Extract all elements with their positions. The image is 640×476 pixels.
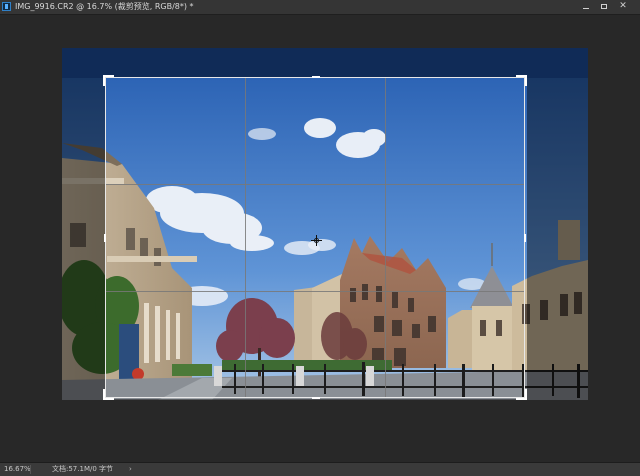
maximize-button[interactable]	[596, 1, 612, 12]
crop-center-crosshair-icon	[311, 235, 322, 246]
crop-handle-bottom[interactable]	[312, 397, 320, 399]
status-menu-arrow-icon[interactable]: ›	[129, 464, 132, 475]
minimize-button[interactable]	[578, 1, 594, 12]
crop-handle-right[interactable]	[524, 234, 526, 242]
crop-grid-line	[106, 184, 524, 186]
zoom-level[interactable]: 16.67%	[4, 464, 31, 475]
crop-shield-top	[62, 48, 588, 77]
crop-shield-bottom	[62, 399, 588, 400]
crop-handle-left[interactable]	[104, 234, 106, 242]
crop-shield-right	[527, 77, 588, 399]
crop-handle-bottom-left[interactable]	[103, 389, 114, 400]
crop-handle-bottom-right[interactable]	[516, 389, 527, 400]
status-divider	[30, 465, 31, 474]
crop-handle-top-right[interactable]	[516, 75, 527, 86]
document-tab-title[interactable]: IMG_9916.CR2 @ 16.7% (裁剪预览, RGB/8*) *	[15, 1, 194, 12]
document-tab-bar: IMG_9916.CR2 @ 16.7% (裁剪预览, RGB/8*) * ✕	[0, 0, 640, 15]
crop-grid-line	[384, 78, 386, 397]
crop-handle-top-left[interactable]	[103, 75, 114, 86]
document-info: 文档:57.1M/0 字节	[52, 465, 114, 473]
photoshop-file-icon	[2, 2, 11, 11]
close-button[interactable]: ✕	[615, 1, 631, 12]
crop-grid-line	[245, 78, 247, 397]
crop-handle-top[interactable]	[312, 76, 320, 78]
crop-grid-line	[106, 290, 524, 292]
status-bar: 16.67% 文档:57.1M/0 字节 ›	[0, 462, 640, 476]
crop-shield-left	[62, 77, 105, 399]
crop-box[interactable]	[103, 75, 527, 400]
